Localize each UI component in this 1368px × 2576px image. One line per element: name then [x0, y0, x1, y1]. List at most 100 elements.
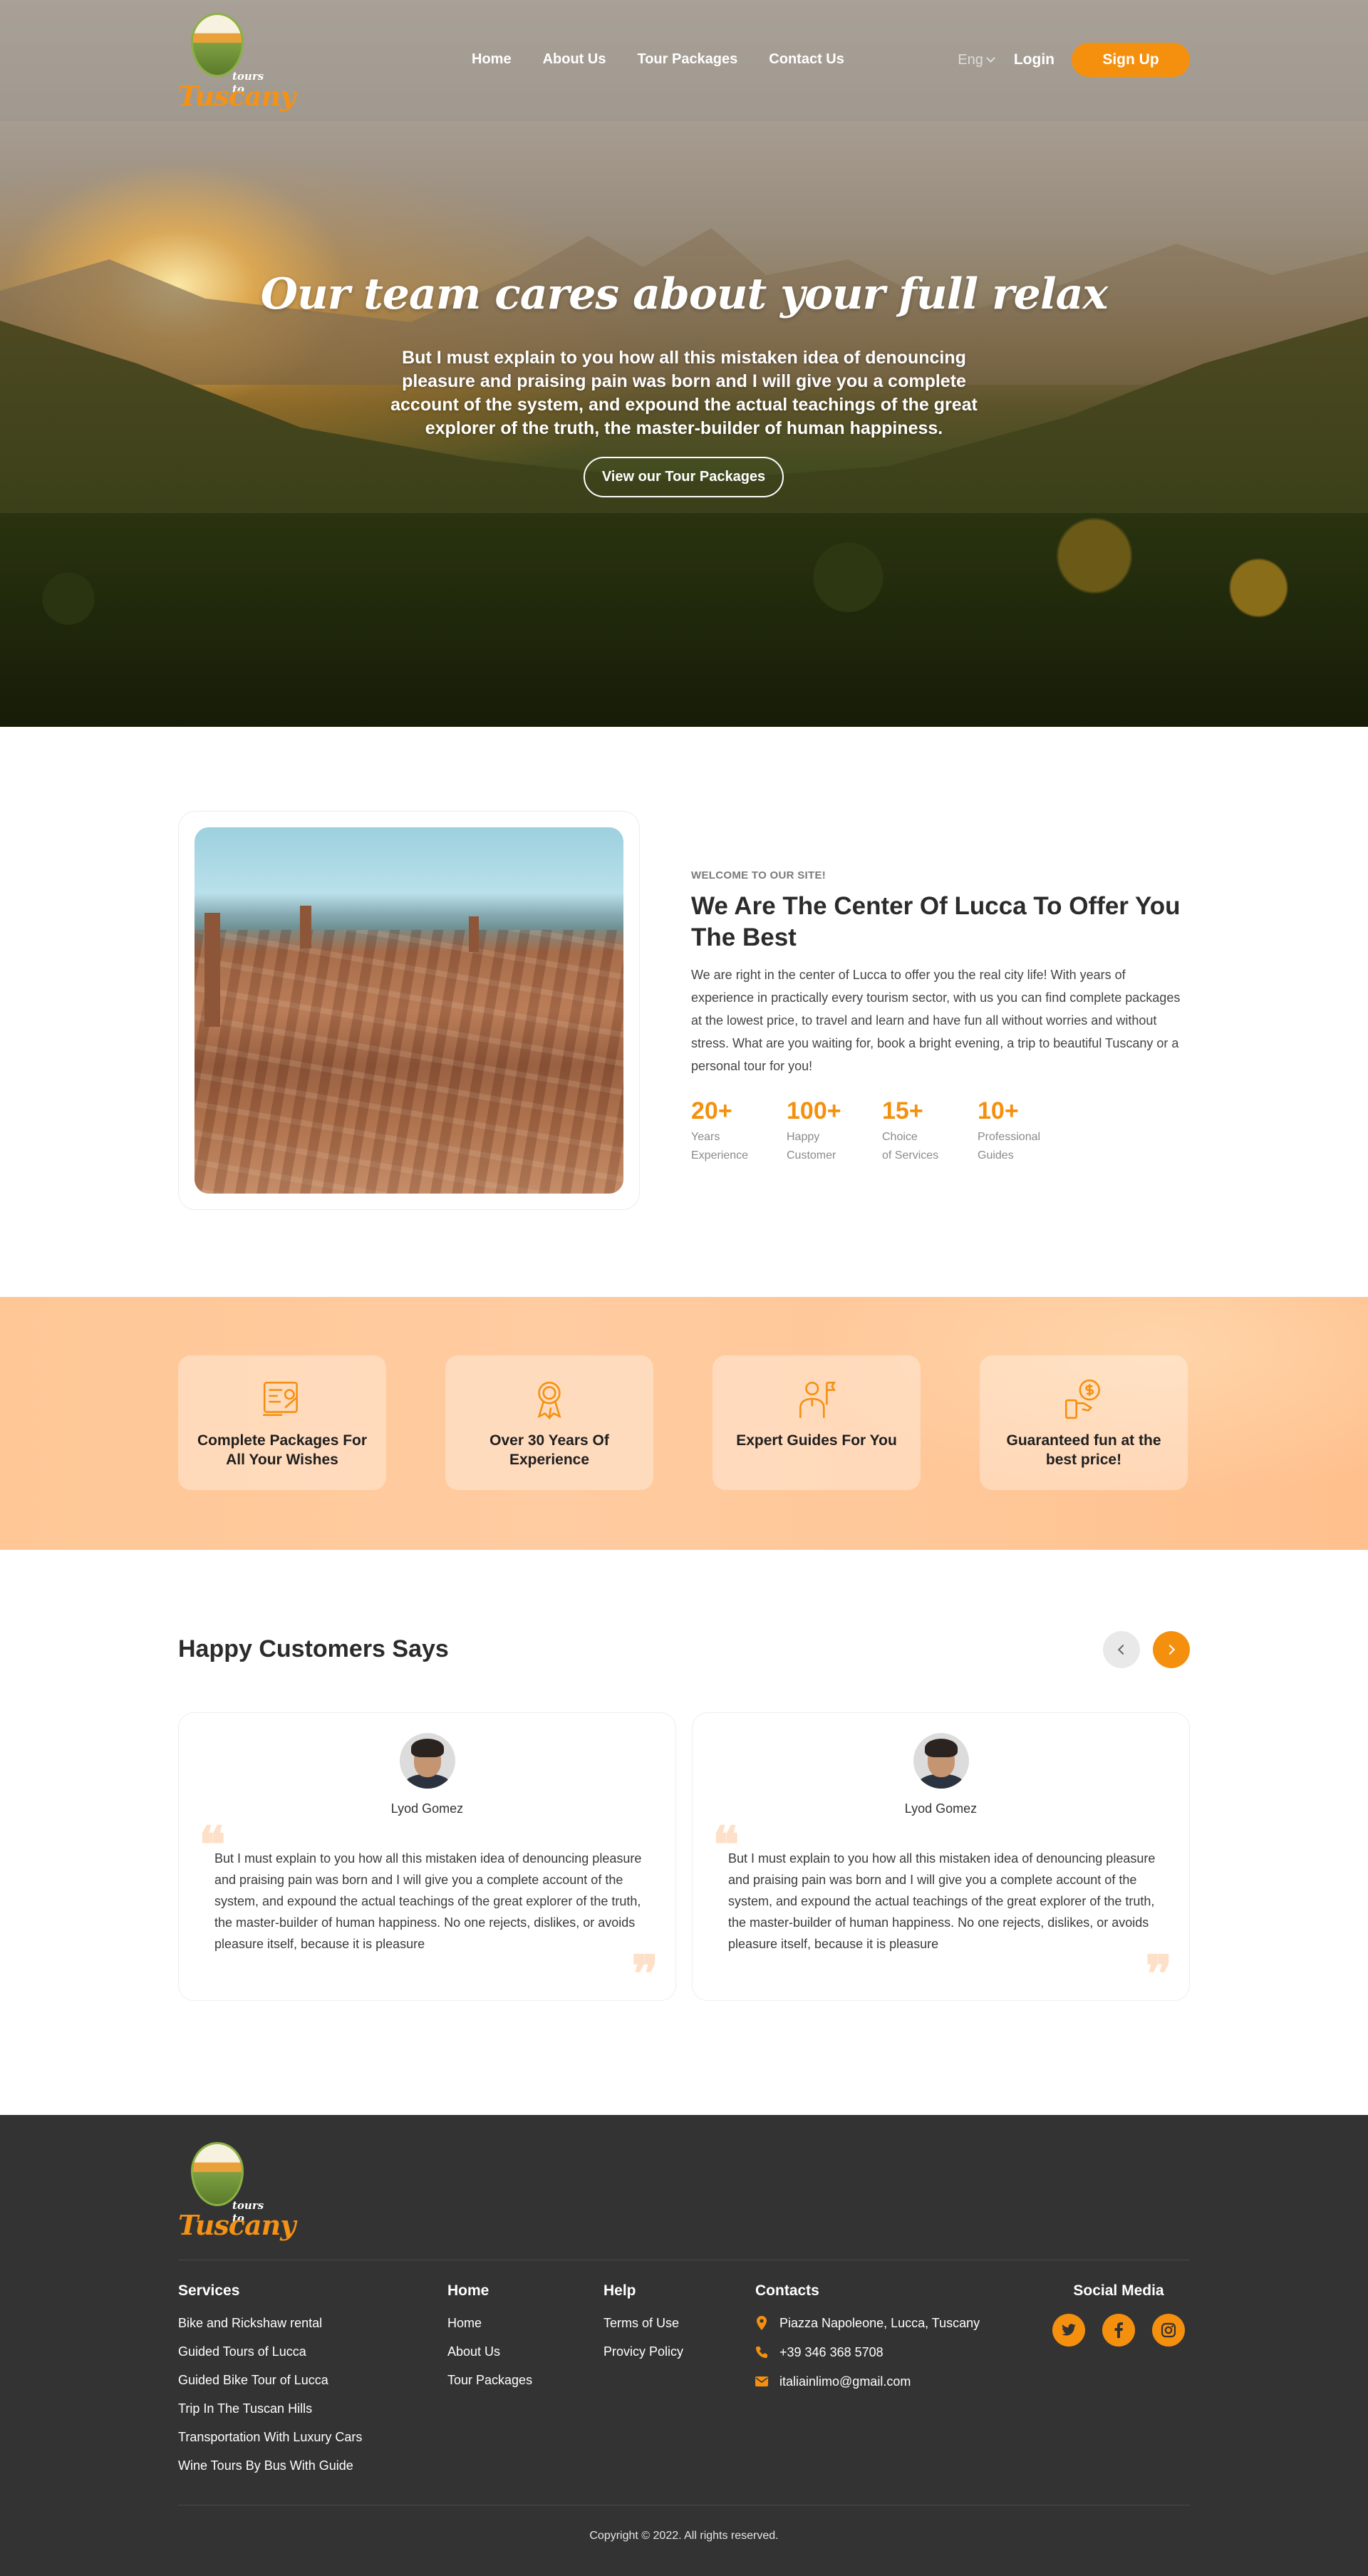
footer: tours to Tuscany Services Bike and Ricks… — [0, 2115, 1368, 2576]
stat-label: Years Experience — [691, 1131, 749, 1162]
footer-contacts-title: Contacts — [755, 2282, 819, 2299]
login-link[interactable]: Login — [1014, 51, 1054, 68]
about-photo-card — [178, 811, 640, 1210]
stat-number: 10+ — [978, 1097, 1019, 1124]
carousel-controls — [1103, 1631, 1190, 1668]
footer-link[interactable]: About Us — [447, 2344, 532, 2359]
city-tower — [469, 916, 479, 952]
city-tower — [300, 906, 311, 948]
customer-name: Lyod Gomez — [390, 1801, 464, 1816]
hero-title: Our team cares about your full relax — [260, 269, 1109, 319]
stat-years: 20+ Years Experience — [691, 1097, 787, 1165]
nav-home[interactable]: Home — [472, 51, 512, 68]
footer-link[interactable]: Home — [447, 2315, 532, 2331]
chevron-left-icon — [1117, 1644, 1129, 1655]
avatar-hair — [925, 1739, 958, 1757]
main-nav: Home About Us Tour Packages Contact Us — [472, 51, 876, 68]
instagram-icon-svg — [1161, 2322, 1176, 2338]
view-tour-packages-button[interactable]: View our Tour Packages — [584, 457, 784, 497]
logo-name: Tuscany — [178, 2209, 296, 2241]
testimonials-heading: Happy Customers Says — [178, 1635, 449, 1662]
about-heading: We Are The Center Of Lucca To Offer You … — [691, 892, 1181, 951]
footer-social-title: Social Media — [1073, 2282, 1164, 2299]
footer-contacts: Contacts Piazza Napoleone, Lucca, Tuscan… — [755, 2282, 980, 2403]
signup-button[interactable]: Sign Up — [1072, 43, 1190, 77]
feature-title: Guaranteed fun at the best price! — [1006, 1432, 1161, 1468]
testimonial-card: Lyod Gomez ❝ But I must explain to you h… — [692, 1712, 1190, 2001]
testimonial-list: Lyod Gomez ❝ But I must explain to you h… — [178, 1712, 1190, 2001]
quote-close-icon: ❞ — [1145, 1944, 1172, 2003]
footer-link[interactable]: Provicy Policy — [603, 2344, 683, 2359]
customer-name: Lyod Gomez — [904, 1801, 978, 1816]
stat-label: Professional Guides — [978, 1131, 1041, 1162]
footer-link[interactable]: Bike and Rickshaw rental — [178, 2315, 362, 2331]
guide-icon — [799, 1382, 836, 1418]
contact-email-text[interactable]: italiainlimo@gmail.com — [779, 2374, 911, 2389]
stat-number: 15+ — [882, 1097, 923, 1124]
footer-link[interactable]: Tour Packages — [447, 2372, 532, 2388]
carousel-prev-button[interactable] — [1103, 1631, 1140, 1668]
brand-logo[interactable]: tours to Tuscany — [178, 13, 296, 112]
features-row: Complete Packages For All Your Wishes Ov… — [178, 1355, 1190, 1490]
feature-card: Expert Guides For You — [712, 1355, 921, 1490]
award-icon — [537, 1382, 561, 1420]
packages-icon — [263, 1382, 298, 1416]
about-paragraph: We are right in the center of Lucca to o… — [691, 968, 1181, 1073]
social-icons — [1047, 2314, 1190, 2347]
feature-title: Over 30 Years Of Experience — [489, 1432, 609, 1468]
contact-phone-text[interactable]: +39 346 368 5708 — [779, 2344, 884, 2360]
footer-services: Services Bike and Rickshaw rental Guided… — [178, 2282, 362, 2486]
footer-home-title: Home — [447, 2282, 489, 2299]
copyright-text: Copyright © 2022. All rights reserved. — [589, 2530, 779, 2542]
language-selector[interactable]: Eng — [958, 51, 995, 68]
contact-phone: +39 346 368 5708 — [755, 2344, 980, 2360]
feature-title: Complete Packages For All Your Wishes — [197, 1432, 368, 1468]
about-eyebrow: WELCOME TO OUR SITE! — [691, 869, 826, 881]
footer-home: Home Home About Us Tour Packages — [447, 2282, 532, 2401]
footer-help: Help Terms of Use Provicy Policy — [603, 2282, 683, 2372]
footer-link[interactable]: Guided Bike Tour of Lucca — [178, 2372, 362, 2388]
contact-email: italiainlimo@gmail.com — [755, 2374, 980, 2389]
footer-link[interactable]: Guided Tours of Lucca — [178, 2344, 362, 2359]
about-stats: 20+ Years Experience 100+ Happy Customer… — [691, 1097, 1073, 1165]
quote-close-icon: ❞ — [631, 1944, 658, 2003]
stat-number: 20+ — [691, 1097, 732, 1124]
twitter-icon[interactable] — [1052, 2314, 1085, 2347]
city-tower — [204, 913, 220, 1027]
footer-link[interactable]: Terms of Use — [603, 2315, 683, 2331]
footer-link[interactable]: Wine Tours By Bus With Guide — [178, 2458, 362, 2473]
price-icon — [1064, 1379, 1100, 1419]
footer-social: Social Media — [1047, 2282, 1190, 2347]
feature-card: Guaranteed fun at the best price! — [980, 1355, 1188, 1490]
nav-tour-packages[interactable]: Tour Packages — [637, 51, 737, 68]
location-pin-icon-svg — [757, 2316, 767, 2330]
contact-address: Piazza Napoleone, Lucca, Tuscany — [755, 2315, 980, 2331]
twitter-icon-svg — [1062, 2324, 1076, 2336]
city-roofs — [195, 929, 623, 1194]
phone-icon-svg — [756, 2347, 767, 2358]
logo-pin-icon — [191, 2142, 244, 2206]
avatar-hair — [411, 1739, 444, 1757]
hero-forest — [0, 513, 1368, 727]
footer-link[interactable]: Trip In The Tuscan Hills — [178, 2401, 362, 2416]
phone-icon — [755, 2345, 768, 2359]
footer-help-title: Help — [603, 2282, 636, 2299]
footer-link[interactable]: Transportation With Luxury Cars — [178, 2429, 362, 2445]
stat-customers: 100+ Happy Customer — [787, 1097, 882, 1165]
testimonial-text: But I must explain to you how all this m… — [214, 1851, 642, 1951]
feature-card: Over 30 Years Of Experience — [445, 1355, 653, 1490]
location-pin-icon — [755, 2316, 768, 2330]
instagram-icon[interactable] — [1152, 2314, 1185, 2347]
facebook-icon[interactable] — [1102, 2314, 1135, 2347]
footer-logo[interactable]: tours to Tuscany — [178, 2142, 296, 2241]
language-label: Eng — [958, 51, 983, 68]
footer-services-title: Services — [178, 2282, 240, 2299]
features-section: Complete Packages For All Your Wishes Ov… — [0, 1297, 1368, 1550]
nav-about-us[interactable]: About Us — [543, 51, 606, 68]
stat-label: Happy Customer — [787, 1131, 836, 1162]
nav-contact-us[interactable]: Contact Us — [769, 51, 844, 68]
logo-pin-icon — [191, 13, 244, 77]
mail-icon-svg — [755, 2376, 768, 2386]
carousel-next-button[interactable] — [1153, 1631, 1190, 1668]
lucca-city-image — [195, 827, 623, 1194]
